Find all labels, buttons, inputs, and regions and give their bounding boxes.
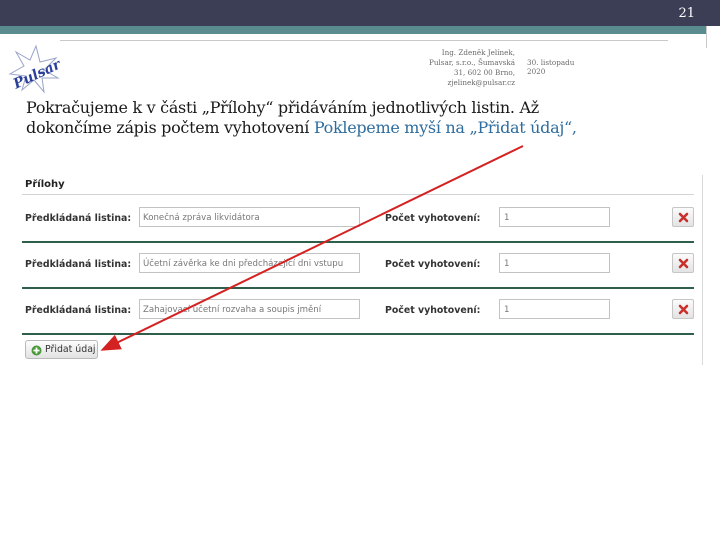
pointer-arrow (100, 145, 524, 351)
